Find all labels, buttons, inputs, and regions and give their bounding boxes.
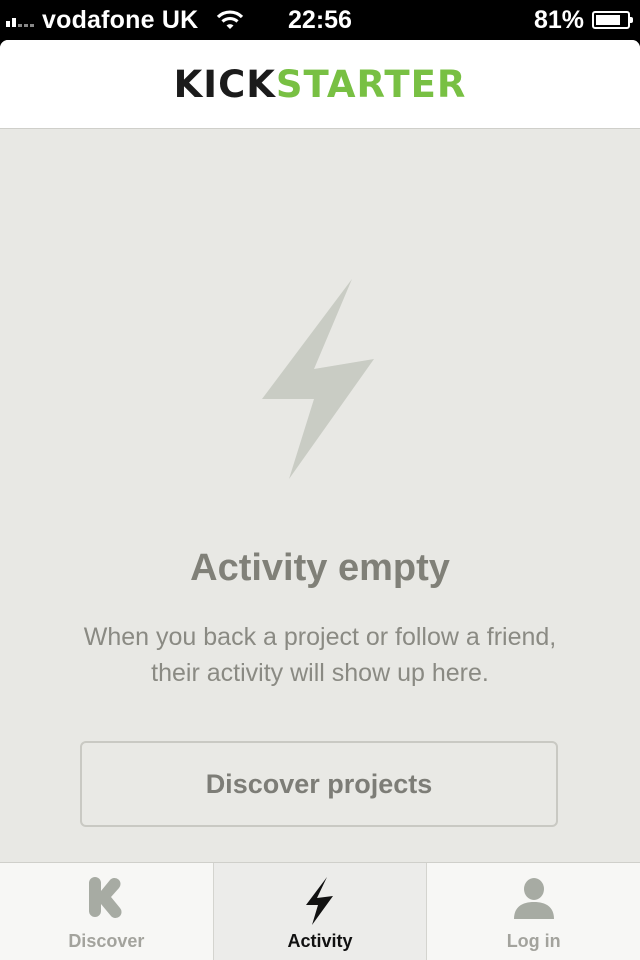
tab-discover-label: Discover	[68, 931, 145, 951]
kickstarter-k-icon	[89, 877, 122, 919]
empty-state-description: When you back a project or follow a frie…	[40, 619, 600, 691]
tab-log-in[interactable]: Log in	[426, 863, 640, 960]
battery-fill	[596, 15, 621, 25]
logo-kick: KICK	[173, 62, 276, 106]
kickstarter-logo: KICKSTARTER	[174, 63, 467, 106]
empty-state-description-line-2: their activity will show up here.	[151, 659, 489, 687]
tab-discover[interactable]: Discover	[0, 863, 213, 960]
status-bar: vodafone UK 22:56 81%	[0, 0, 640, 40]
activity-empty-state: Activity empty When you back a project o…	[0, 129, 640, 864]
status-right: 81%	[533, 0, 633, 40]
battery-icon	[592, 11, 633, 29]
lightning-bolt-icon	[262, 279, 374, 479]
logo-starter: STARTER	[275, 62, 467, 106]
discover-projects-button[interactable]: Discover projects	[80, 741, 558, 827]
empty-state-description-line-1: When you back a project or follow a frie…	[83, 623, 557, 651]
tab-activity-label: Activity	[287, 931, 353, 951]
user-icon	[513, 878, 554, 919]
empty-state-title: Activity empty	[190, 547, 450, 589]
tab-activity[interactable]: Activity	[212, 863, 427, 960]
battery-percentage: 81%	[533, 5, 584, 34]
app-screen: KICKSTARTER Activity empty When you back…	[0, 40, 640, 960]
tab-log-in-label: Log in	[506, 931, 561, 951]
tab-bar: Discover Activity Log in	[0, 862, 640, 960]
navigation-bar: KICKSTARTER	[0, 40, 640, 129]
lightning-bolt-icon	[306, 877, 333, 925]
